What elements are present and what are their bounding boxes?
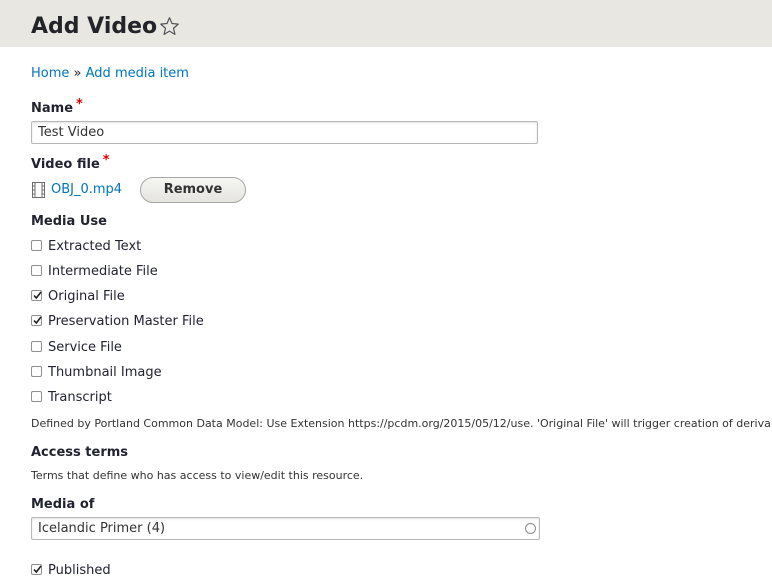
page-header: Add Video xyxy=(0,0,772,47)
checkbox[interactable] xyxy=(31,391,42,402)
file-video-icon xyxy=(32,182,45,198)
required-marker: * xyxy=(102,153,110,168)
checkbox[interactable] xyxy=(31,265,42,276)
breadcrumb-separator: » xyxy=(73,66,82,81)
checkmark-icon xyxy=(33,316,42,325)
video-file-link[interactable]: OBJ_0.mp4 xyxy=(51,181,122,199)
star-icon[interactable] xyxy=(159,16,180,37)
media-of-input[interactable]: Icelandic Primer (4) xyxy=(31,517,540,540)
published-label: Published xyxy=(48,563,111,578)
checkbox-label: Thumbnail Image xyxy=(48,365,162,380)
checkbox-label: Service File xyxy=(48,340,122,355)
checkbox-label: Preservation Master File xyxy=(48,314,204,329)
checkbox[interactable] xyxy=(31,315,42,326)
media-use-label: Media Use xyxy=(31,214,107,229)
media-of-label: Media of xyxy=(31,497,95,512)
media-use-description: Defined by Portland Common Data Model: U… xyxy=(31,417,771,430)
checkbox-label: Transcript xyxy=(48,390,112,405)
checkbox-label: Extracted Text xyxy=(48,239,142,254)
access-terms-label: Access terms xyxy=(31,445,129,460)
name-label: Name * xyxy=(31,97,83,118)
name-input[interactable]: Test Video xyxy=(31,121,538,144)
checkmark-icon xyxy=(33,565,42,574)
name-label-text: Name xyxy=(31,101,74,116)
breadcrumb-home-link[interactable]: Home xyxy=(31,66,69,81)
checkmark-icon xyxy=(33,291,42,300)
required-marker: * xyxy=(76,97,83,112)
checkbox[interactable] xyxy=(31,366,42,377)
breadcrumb-add-media-link[interactable]: Add media item xyxy=(86,66,189,81)
checkbox[interactable] xyxy=(31,240,42,251)
checkbox[interactable] xyxy=(31,564,42,575)
video-file-label-text: Video file xyxy=(31,157,100,172)
access-terms-description: Terms that define who has access to view… xyxy=(31,469,364,482)
breadcrumb: Home » Add media item xyxy=(31,65,189,83)
checkbox[interactable] xyxy=(31,341,42,352)
remove-button[interactable]: Remove xyxy=(140,177,246,203)
checkbox-label: Original File xyxy=(48,289,125,304)
checkbox-label: Intermediate File xyxy=(48,264,158,279)
video-file-label: Video file * xyxy=(31,153,110,174)
checkbox[interactable] xyxy=(31,290,42,301)
page-title: Add Video xyxy=(31,14,158,39)
autocomplete-circle-icon xyxy=(525,523,536,534)
